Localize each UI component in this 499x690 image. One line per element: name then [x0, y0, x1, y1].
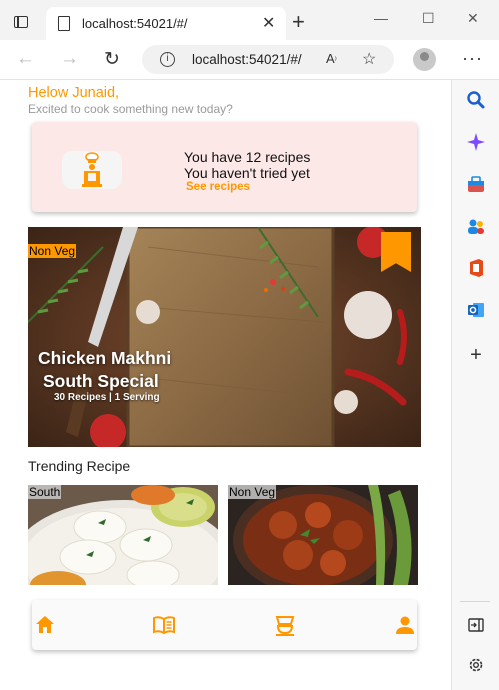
see-recipes-link[interactable]: See recipes — [186, 181, 250, 193]
shopping-icon[interactable] — [465, 174, 487, 196]
hide-sidebar-icon[interactable] — [465, 616, 487, 638]
maximize-icon[interactable]: ☐ — [422, 10, 435, 27]
tab-title: localhost:54021/#/ — [82, 16, 188, 31]
trending-recipe-image — [228, 485, 418, 585]
office-icon[interactable] — [465, 258, 487, 280]
featured-recipe-image — [28, 227, 421, 447]
more-options-icon[interactable]: ··· — [462, 48, 483, 69]
profile-icon[interactable] — [393, 613, 417, 637]
category-tag: Non Veg — [28, 244, 77, 258]
featured-recipe-card[interactable]: Non Veg Chicken Makhni South Special 30 … — [28, 227, 421, 447]
category-tag: South — [28, 485, 62, 499]
food-icon[interactable] — [273, 613, 297, 637]
featured-title-line-2: South Special — [43, 371, 159, 391]
copilot-icon[interactable] — [465, 132, 487, 154]
minimize-icon[interactable]: — — [374, 10, 388, 26]
featured-meta: 30 Recipes | 1 Serving — [54, 392, 160, 403]
add-favorite-icon[interactable]: ☆ — [362, 49, 376, 69]
outlook-icon[interactable] — [465, 300, 487, 322]
app-page: Helow Junaid, Excited to cook something … — [0, 80, 451, 690]
refresh-icon[interactable]: ↻ — [104, 48, 120, 71]
recipe-book-icon[interactable] — [152, 613, 176, 637]
forward-icon[interactable]: → — [60, 48, 79, 70]
settings-icon[interactable] — [465, 656, 487, 678]
back-icon[interactable]: ← — [16, 48, 35, 70]
greeting-text: Helow Junaid, — [28, 85, 120, 101]
category-tag: Non Veg — [228, 485, 277, 499]
sidebar-divider — [460, 601, 490, 602]
tab-close-icon[interactable]: ✕ — [262, 13, 275, 33]
browser-tab-bar: localhost:54021/#/ ✕ + — ☐ ✕ — [0, 0, 499, 40]
trending-recipe-card[interactable]: South — [28, 485, 218, 585]
trending-heading: Trending Recipe — [28, 458, 131, 474]
address-bar: ← → ↻ i localhost:54021/#/ A⁾ ☆ ··· — [0, 40, 499, 80]
close-window-icon[interactable]: ✕ — [467, 10, 479, 27]
banner-line-1: You have 12 recipes — [184, 149, 311, 165]
home-icon[interactable] — [33, 613, 57, 637]
trending-recipe-image — [28, 485, 218, 585]
site-info-icon[interactable]: i — [160, 52, 175, 67]
trending-recipe-card[interactable]: Non Veg — [228, 485, 418, 585]
read-aloud-icon[interactable]: A⁾ — [326, 51, 337, 66]
url-field[interactable]: i localhost:54021/#/ A⁾ ☆ — [142, 45, 394, 74]
banner-line-2: You haven't tried yet — [184, 165, 310, 181]
profile-avatar[interactable] — [413, 48, 436, 71]
people-icon[interactable] — [465, 216, 487, 238]
url-text[interactable]: localhost:54021/#/ — [192, 52, 302, 67]
add-icon[interactable]: + — [465, 344, 487, 366]
browser-sidebar: + — [451, 80, 499, 690]
untried-recipes-banner: You have 12 recipes You haven't tried ye… — [32, 122, 417, 212]
page-icon — [58, 16, 70, 31]
browser-tab[interactable]: localhost:54021/#/ ✕ — [46, 7, 286, 40]
chef-icon — [62, 151, 122, 189]
subtitle-text: Excited to cook something new today? — [28, 102, 233, 116]
bottom-navigation — [32, 600, 417, 650]
featured-title-line-1: Chicken Makhni — [38, 348, 172, 368]
search-icon[interactable] — [465, 90, 487, 112]
new-tab-icon[interactable]: + — [292, 9, 305, 35]
tab-actions-icon[interactable] — [14, 16, 28, 28]
